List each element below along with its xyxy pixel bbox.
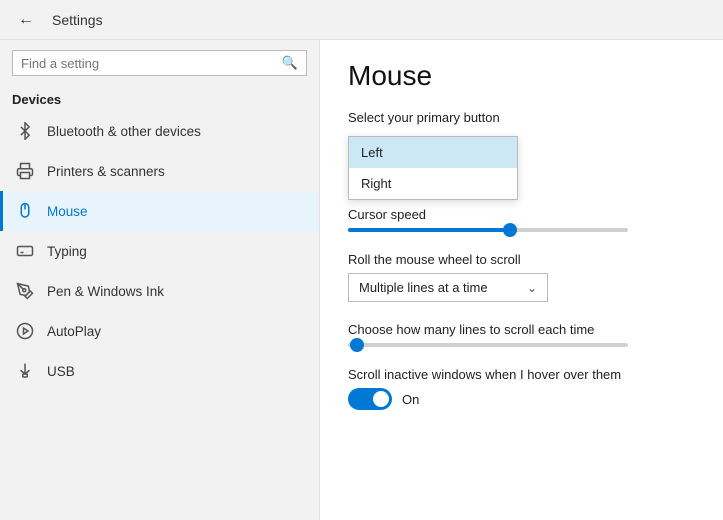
scroll-inactive-section: Scroll inactive windows when I hover ove… — [348, 367, 695, 410]
cursor-speed-label: Cursor speed — [348, 207, 695, 222]
main-layout: 🔍 Devices Bluetooth & other devices Prin… — [0, 40, 723, 520]
chevron-down-icon: ⌄ — [527, 281, 537, 295]
content-area: Mouse Select your primary button Left Ri… — [320, 40, 723, 520]
cursor-speed-section: Cursor speed — [348, 207, 695, 232]
page-title: Mouse — [348, 60, 695, 92]
toggle-knob — [373, 391, 389, 407]
settings-title: Settings — [52, 12, 103, 28]
roll-selected-value: Multiple lines at a time — [359, 280, 488, 295]
printer-icon — [15, 161, 35, 181]
primary-button-section: Select your primary button Left Right — [348, 110, 695, 147]
autoplay-icon — [15, 321, 35, 341]
sidebar-item-usb[interactable]: USB — [0, 351, 319, 391]
dropdown-options: Left Right — [348, 136, 518, 200]
pen-icon — [15, 281, 35, 301]
cursor-speed-track[interactable] — [348, 228, 628, 232]
devices-section-label: Devices — [0, 86, 319, 111]
sidebar-item-typing[interactable]: Typing — [0, 231, 319, 271]
option-right[interactable]: Right — [349, 168, 517, 199]
usb-icon — [15, 361, 35, 381]
usb-label: USB — [47, 364, 75, 379]
lines-section: Choose how many lines to scroll each tim… — [348, 322, 695, 347]
sidebar-item-mouse[interactable]: Mouse — [0, 191, 319, 231]
title-bar: ← Settings — [0, 0, 723, 40]
sidebar-item-pen[interactable]: Pen & Windows Ink — [0, 271, 319, 311]
search-icon: 🔍 — [282, 55, 298, 71]
cursor-speed-slider-row — [348, 228, 695, 232]
typing-label: Typing — [47, 244, 87, 259]
roll-label: Roll the mouse wheel to scroll — [348, 252, 695, 267]
keyboard-icon — [15, 241, 35, 261]
toggle-label: On — [402, 392, 419, 407]
printers-label: Printers & scanners — [47, 164, 165, 179]
roll-section: Roll the mouse wheel to scroll Multiple … — [348, 252, 695, 302]
primary-button-label: Select your primary button — [348, 110, 695, 125]
mouse-icon — [15, 201, 35, 221]
search-box-container: 🔍 — [0, 40, 319, 86]
scroll-inactive-toggle[interactable] — [348, 388, 392, 410]
roll-select-box[interactable]: Multiple lines at a time ⌄ — [348, 273, 548, 302]
lines-slider-track[interactable] — [348, 343, 628, 347]
cursor-speed-thumb[interactable] — [503, 223, 517, 237]
toggle-row: On — [348, 388, 695, 410]
sidebar-item-autoplay[interactable]: AutoPlay — [0, 311, 319, 351]
lines-label: Choose how many lines to scroll each tim… — [348, 322, 695, 337]
back-button[interactable]: ← — [12, 9, 40, 31]
scroll-inactive-label: Scroll inactive windows when I hover ove… — [348, 367, 695, 382]
pen-label: Pen & Windows Ink — [47, 284, 164, 299]
cursor-speed-fill — [348, 228, 510, 232]
bluetooth-icon — [15, 121, 35, 141]
option-left[interactable]: Left — [349, 137, 517, 168]
sidebar-item-bluetooth[interactable]: Bluetooth & other devices — [0, 111, 319, 151]
lines-slider-thumb[interactable] — [350, 338, 364, 352]
sidebar-item-printers[interactable]: Printers & scanners — [0, 151, 319, 191]
sidebar: 🔍 Devices Bluetooth & other devices Prin… — [0, 40, 320, 520]
mouse-label: Mouse — [47, 204, 88, 219]
autoplay-label: AutoPlay — [47, 324, 101, 339]
search-input[interactable] — [21, 56, 282, 71]
search-box[interactable]: 🔍 — [12, 50, 307, 76]
bluetooth-label: Bluetooth & other devices — [47, 124, 201, 139]
